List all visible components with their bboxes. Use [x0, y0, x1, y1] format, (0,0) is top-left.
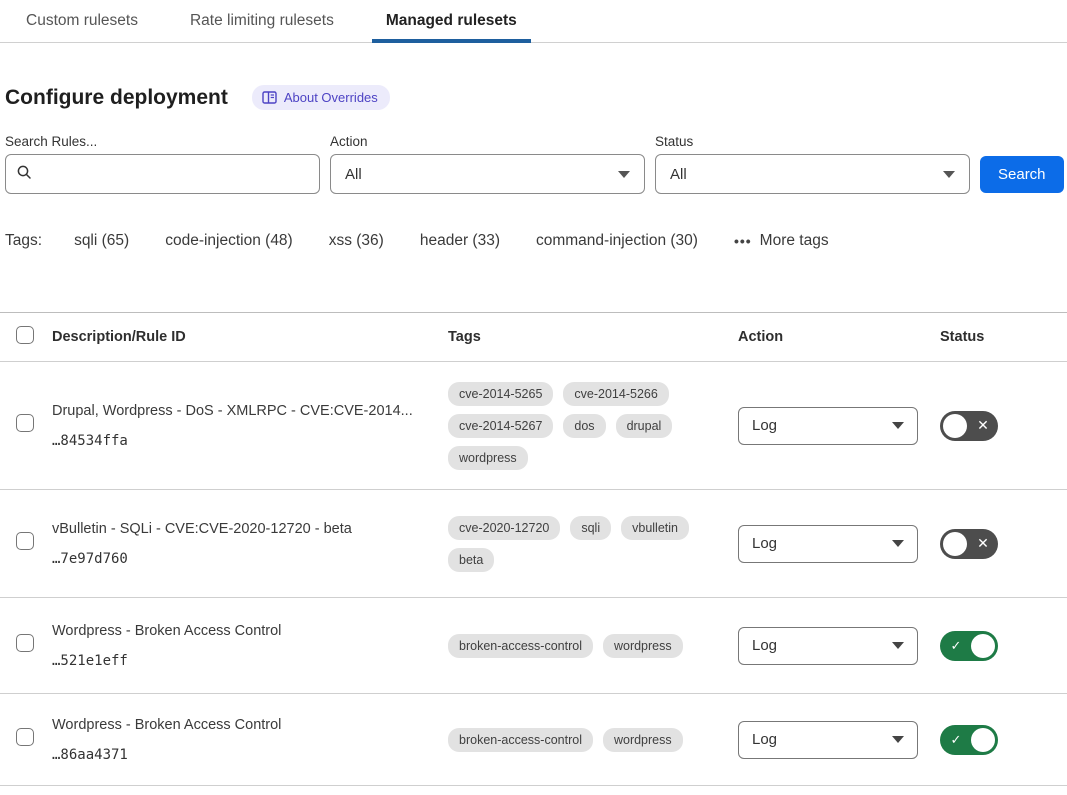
toggle-state-icon: ✓ — [941, 631, 971, 661]
rule-id: …7e97d760 — [52, 551, 424, 567]
table-row: vBulletin - SQLi - CVE:CVE-2020-12720 - … — [0, 490, 1067, 598]
rule-tag-pill: broken-access-control — [448, 634, 593, 658]
row-checkbox[interactable] — [16, 414, 34, 432]
rule-tags: broken-access-control wordpress — [448, 634, 738, 658]
rule-status-toggle[interactable]: ✓ — [940, 725, 998, 755]
chevron-down-icon — [618, 171, 630, 178]
toggle-knob — [943, 414, 967, 438]
tab-custom-rulesets[interactable]: Custom rulesets — [24, 2, 140, 42]
ellipsis-icon: ••• — [734, 233, 752, 249]
rule-tag-pill: wordpress — [603, 634, 683, 658]
toggle-knob — [971, 634, 995, 658]
tab-managed-rulesets[interactable]: Managed rulesets — [384, 2, 519, 42]
table-header-row: Description/Rule ID Tags Action Status — [0, 313, 1067, 362]
rule-status-toggle[interactable]: ✓ — [940, 631, 998, 661]
select-all-checkbox[interactable] — [16, 326, 34, 344]
ruleset-tabbar: Custom rulesets Rate limiting rulesets M… — [0, 0, 1067, 43]
column-header-tags: Tags — [448, 329, 738, 345]
more-tags-button[interactable]: ••• More tags — [734, 232, 829, 250]
book-icon — [262, 91, 277, 104]
table-row: Wordpress - Broken Access Control …521e1… — [0, 598, 1067, 694]
rule-action-select[interactable]: Log — [738, 525, 918, 563]
tag-filter-sqli[interactable]: sqli (65) — [74, 232, 129, 250]
toggle-state-icon: ✓ — [941, 725, 971, 755]
rule-tag-pill: broken-access-control — [448, 728, 593, 752]
tag-filter-header[interactable]: header (33) — [420, 232, 500, 250]
toggle-knob — [943, 532, 967, 556]
toggle-state-icon: ✕ — [968, 411, 998, 441]
rule-tag-pill: cve-2014-5266 — [563, 382, 668, 406]
rule-tag-pill: wordpress — [603, 728, 683, 752]
about-overrides-label: About Overrides — [284, 90, 378, 105]
rule-tags: cve-2014-5265 cve-2014-5266 cve-2014-5267 d… — [448, 382, 738, 470]
rule-action-value: Log — [752, 637, 777, 654]
rule-tag-pill: dos — [563, 414, 605, 438]
rule-tag-pill: beta — [448, 548, 494, 572]
row-checkbox[interactable] — [16, 532, 34, 550]
tab-rate-limiting-rulesets[interactable]: Rate limiting rulesets — [188, 2, 336, 42]
rule-status-toggle[interactable]: ✕ — [940, 529, 998, 559]
heading-row: Configure deployment About Overrides — [5, 85, 1067, 110]
rule-tag-pill: drupal — [616, 414, 673, 438]
table-row: Drupal, Wordpress - DoS - XMLRPC - CVE:C… — [0, 362, 1067, 490]
tag-filter-code-injection[interactable]: code-injection (48) — [165, 232, 293, 250]
rule-tag-pill: cve-2014-5265 — [448, 382, 553, 406]
tags-bar: Tags: sqli (65) code-injection (48) xss … — [5, 232, 1067, 250]
filters-row: Search Rules... Action All Status All Se… — [5, 134, 1062, 194]
rule-action-select[interactable]: Log — [738, 627, 918, 665]
rule-action-value: Log — [752, 731, 777, 748]
table-row: Wordpress - Broken Access Control …86aa4… — [0, 694, 1067, 786]
rule-tag-pill: cve-2020-12720 — [448, 516, 560, 540]
rule-action-select[interactable]: Log — [738, 407, 918, 445]
rule-tag-pill: wordpress — [448, 446, 528, 470]
row-checkbox[interactable] — [16, 634, 34, 652]
about-overrides-link[interactable]: About Overrides — [252, 85, 390, 110]
rule-tag-pill: sqli — [570, 516, 611, 540]
rule-tag-pill: cve-2014-5267 — [448, 414, 553, 438]
tag-filter-xss[interactable]: xss (36) — [329, 232, 384, 250]
rule-tags: broken-access-control wordpress — [448, 728, 738, 752]
column-header-action: Action — [738, 329, 940, 345]
chevron-down-icon — [892, 736, 904, 743]
rule-tag-pill: vbulletin — [621, 516, 689, 540]
rule-description: Drupal, Wordpress - DoS - XMLRPC - CVE:C… — [52, 402, 424, 421]
rule-status-toggle[interactable]: ✕ — [940, 411, 998, 441]
rule-id: …84534ffa — [52, 433, 424, 449]
table-body: Drupal, Wordpress - DoS - XMLRPC - CVE:C… — [0, 362, 1067, 786]
rule-id: …521e1eff — [52, 653, 424, 669]
action-filter-label: Action — [330, 134, 645, 149]
rules-table: Description/Rule ID Tags Action Status D… — [0, 312, 1067, 786]
action-filter-select[interactable]: All — [330, 154, 645, 194]
rule-description: Wordpress - Broken Access Control — [52, 716, 424, 735]
row-checkbox[interactable] — [16, 728, 34, 746]
status-filter-select[interactable]: All — [655, 154, 970, 194]
search-rules-box — [5, 154, 320, 194]
search-rules-label: Search Rules... — [5, 134, 320, 149]
search-button[interactable]: Search — [980, 156, 1064, 193]
tag-filter-command-injection[interactable]: command-injection (30) — [536, 232, 698, 250]
page-title: Configure deployment — [5, 86, 228, 110]
tags-bar-label: Tags: — [5, 232, 42, 250]
rule-action-value: Log — [752, 535, 777, 552]
chevron-down-icon — [892, 642, 904, 649]
chevron-down-icon — [943, 171, 955, 178]
rule-tags: cve-2020-12720 sqli vbulletin beta — [448, 516, 738, 572]
chevron-down-icon — [892, 422, 904, 429]
toggle-state-icon: ✕ — [968, 529, 998, 559]
rule-description: vBulletin - SQLi - CVE:CVE-2020-12720 - … — [52, 520, 424, 539]
rule-action-value: Log — [752, 417, 777, 434]
action-filter-value: All — [345, 166, 362, 183]
rule-description: Wordpress - Broken Access Control — [52, 622, 424, 641]
search-icon — [16, 164, 32, 185]
column-header-status: Status — [940, 329, 1067, 345]
rule-action-select[interactable]: Log — [738, 721, 918, 759]
more-tags-label: More tags — [760, 232, 829, 250]
status-filter-value: All — [670, 166, 687, 183]
chevron-down-icon — [892, 540, 904, 547]
status-filter-label: Status — [655, 134, 970, 149]
rule-id: …86aa4371 — [52, 747, 424, 763]
toggle-knob — [971, 728, 995, 752]
column-header-description: Description/Rule ID — [52, 329, 448, 345]
search-rules-input[interactable] — [40, 166, 309, 183]
